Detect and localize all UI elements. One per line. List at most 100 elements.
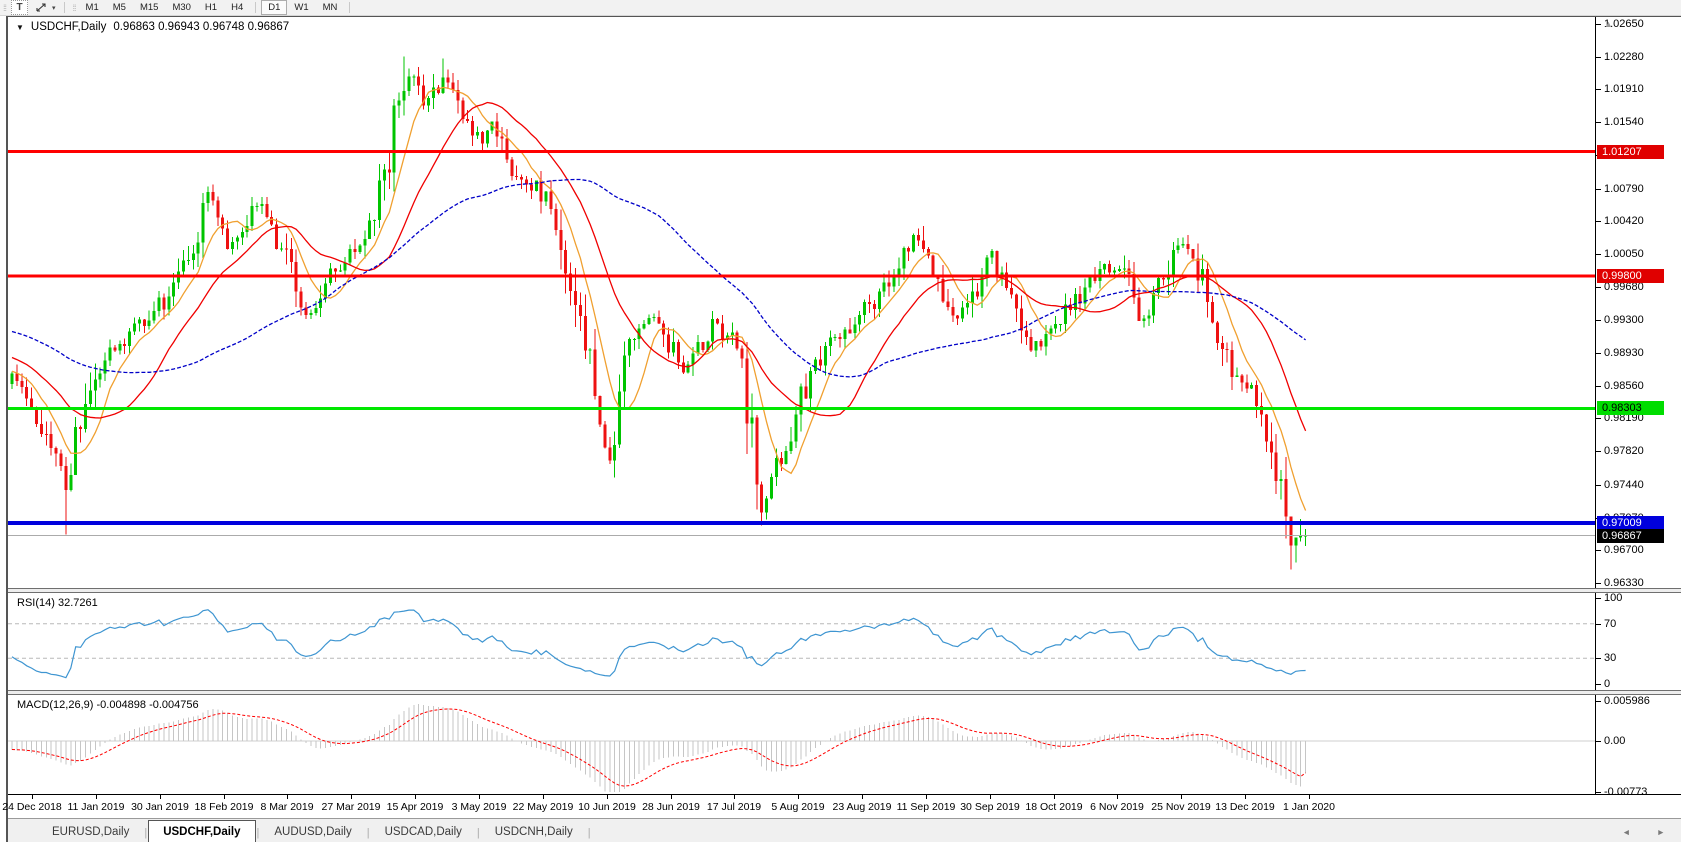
axis-tickmark [1596, 254, 1601, 255]
axis-tickmark [1596, 684, 1601, 685]
chart-symbol-label: USDCHF,Daily [30, 21, 107, 33]
hline-price-label[interactable]: 0.99800 [1597, 269, 1664, 283]
timeframe-button-m5[interactable]: M5 [106, 0, 133, 15]
price-tick-label: 0.97440 [1604, 479, 1644, 491]
hline-price-label[interactable]: 0.97009 [1597, 516, 1664, 530]
price-tick-label: 1.02280 [1604, 51, 1644, 63]
timeframe-button-m30[interactable]: M30 [165, 0, 197, 15]
tab-separator: | [144, 827, 148, 839]
date-tick-label: 8 Mar 2019 [260, 801, 314, 813]
axis-tickmark [1596, 386, 1601, 387]
timeframe-button-h4[interactable]: H4 [224, 0, 250, 15]
price-tick-label: 1.00050 [1604, 248, 1644, 260]
axis-tickmark [1596, 89, 1601, 90]
chart-tab-audusd[interactable]: AUDUSD,Daily [260, 822, 365, 842]
date-tickmark [990, 795, 991, 799]
chart-tab-usdchf[interactable]: USDCHF,Daily [148, 820, 256, 842]
rsi-tick-label: 70 [1604, 618, 1617, 630]
date-tick-label: 25 Nov 2019 [1151, 801, 1211, 813]
date-tickmark [160, 795, 161, 799]
tab-prev-icon[interactable]: ◄ [1622, 827, 1630, 837]
chart-ohlc-values: 0.96863 0.96943 0.96748 0.96867 [113, 21, 290, 33]
date-tickmark [351, 795, 352, 799]
date-tick-label: 11 Sep 2019 [896, 801, 956, 813]
macd-tick-label: -0.00773 [1604, 786, 1648, 798]
current-price-label[interactable]: 0.96867 [1597, 529, 1664, 543]
timeframe-button-m15[interactable]: M15 [133, 0, 165, 15]
axis-tickmark [1596, 658, 1601, 659]
date-tick-label: 17 Jul 2019 [706, 801, 762, 813]
macd-tick-label: 0.005986 [1604, 695, 1650, 707]
axis-scroll-up-icon[interactable]: ▲ [1604, 19, 1613, 29]
chart-header: ▼ USDCHF,Daily 0.96863 0.96943 0.96748 0… [16, 21, 289, 33]
hline-price-label[interactable]: 0.98303 [1597, 401, 1664, 415]
tab-next-icon[interactable]: ► [1657, 827, 1665, 837]
axis-tickmark [1596, 24, 1601, 25]
chart-window: ▼ USDCHF,Daily 0.96863 0.96943 0.96748 0… [2, 16, 1681, 842]
rsi-indicator-label: RSI(14) 32.7261 [17, 597, 98, 609]
date-tick-label: 28 Jun 2019 [642, 801, 700, 813]
date-tick-label: 18 Feb 2019 [194, 801, 254, 813]
chart-tab-usdcad[interactable]: USDCAD,Daily [371, 822, 476, 842]
chart-tab-eurusd[interactable]: EURUSD,Daily [38, 822, 143, 842]
toolbar-separator [255, 2, 257, 13]
toolbar-grip: ⁞⁞ [3, 2, 7, 13]
date-tickmark [224, 795, 225, 799]
axis-tickmark [1596, 353, 1601, 354]
date-tickmark [1117, 795, 1118, 799]
text-tool-icon[interactable]: T [11, 0, 29, 15]
date-tick-label: 18 Oct 2019 [1025, 801, 1083, 813]
main-chart-plot[interactable] [8, 17, 1595, 591]
timeframe-button-m1[interactable]: M1 [79, 0, 106, 15]
price-tick-label: 1.01540 [1604, 116, 1644, 128]
date-tickmark [926, 795, 927, 799]
date-tickmark [1245, 795, 1246, 799]
crosshair-tool-button[interactable]: ▾ [33, 1, 56, 14]
date-tickmark [1309, 795, 1310, 799]
date-tickmark [287, 795, 288, 799]
rsi-tick-label: 0 [1604, 678, 1611, 690]
price-axis[interactable]: 1.026501.022801.019101.015401.011701.007… [1595, 17, 1681, 798]
toolbar-separator [349, 2, 351, 13]
macd-plot[interactable] [8, 693, 1595, 794]
axis-tickmark [1596, 550, 1601, 551]
axis-tickmark [1596, 485, 1601, 486]
date-axis[interactable]: 24 Dec 2018 11 Jan 2019 30 Jan 2019 18 Feb … [2, 794, 1681, 818]
dropdown-caret-icon: ▾ [52, 4, 56, 12]
timeframe-button-mn[interactable]: MN [316, 0, 345, 15]
tab-scroll-arrows: ◄ ► [1622, 827, 1665, 837]
axis-tickmark [1596, 287, 1601, 288]
tab-separator: | [256, 827, 260, 839]
timeframe-button-w1[interactable]: W1 [287, 0, 315, 15]
chart-expander-icon[interactable]: ▼ [16, 23, 24, 32]
rsi-tick-label: 100 [1604, 592, 1623, 604]
price-tick-label: 0.97820 [1604, 445, 1644, 457]
axis-tickmark [1596, 583, 1601, 584]
price-tick-label: 0.96700 [1604, 544, 1644, 556]
date-tickmark [543, 795, 544, 799]
macd-panel-divider[interactable] [8, 690, 1681, 695]
axis-tickmark [1596, 189, 1601, 190]
rsi-panel-divider[interactable] [8, 588, 1681, 593]
macd-indicator-label: MACD(12,26,9) -0.004898 -0.004756 [17, 699, 199, 711]
toolbar: ⁞⁞ T ▾ ⁞⁞ M1 M5 M15 M30 H1 H4 D1 W1 MN [0, 0, 1681, 16]
axis-tickmark [1596, 624, 1601, 625]
date-tickmark [479, 795, 480, 799]
price-tick-label: 0.99300 [1604, 314, 1644, 326]
price-tick-label: 0.98930 [1604, 347, 1644, 359]
price-tick-label: 0.98560 [1604, 380, 1644, 392]
date-tick-label: 3 May 2019 [451, 801, 507, 813]
hline-price-label[interactable]: 1.01207 [1597, 145, 1664, 159]
date-tickmark [798, 795, 799, 799]
rsi-plot[interactable] [8, 591, 1595, 693]
date-tickmark [862, 795, 863, 799]
timeframe-button-d1[interactable]: D1 [261, 0, 288, 15]
chart-tab-usdcnh[interactable]: USDCNH,Daily [481, 822, 587, 842]
timeframe-button-group: M1 M5 M15 M30 H1 H4 D1 W1 MN [79, 0, 356, 15]
tab-separator: | [476, 827, 480, 839]
date-tick-label: 30 Sep 2019 [960, 801, 1020, 813]
date-tickmark [1054, 795, 1055, 799]
price-tick-label: 1.00790 [1604, 183, 1644, 195]
date-tickmark [96, 795, 97, 799]
timeframe-button-h1[interactable]: H1 [198, 0, 224, 15]
